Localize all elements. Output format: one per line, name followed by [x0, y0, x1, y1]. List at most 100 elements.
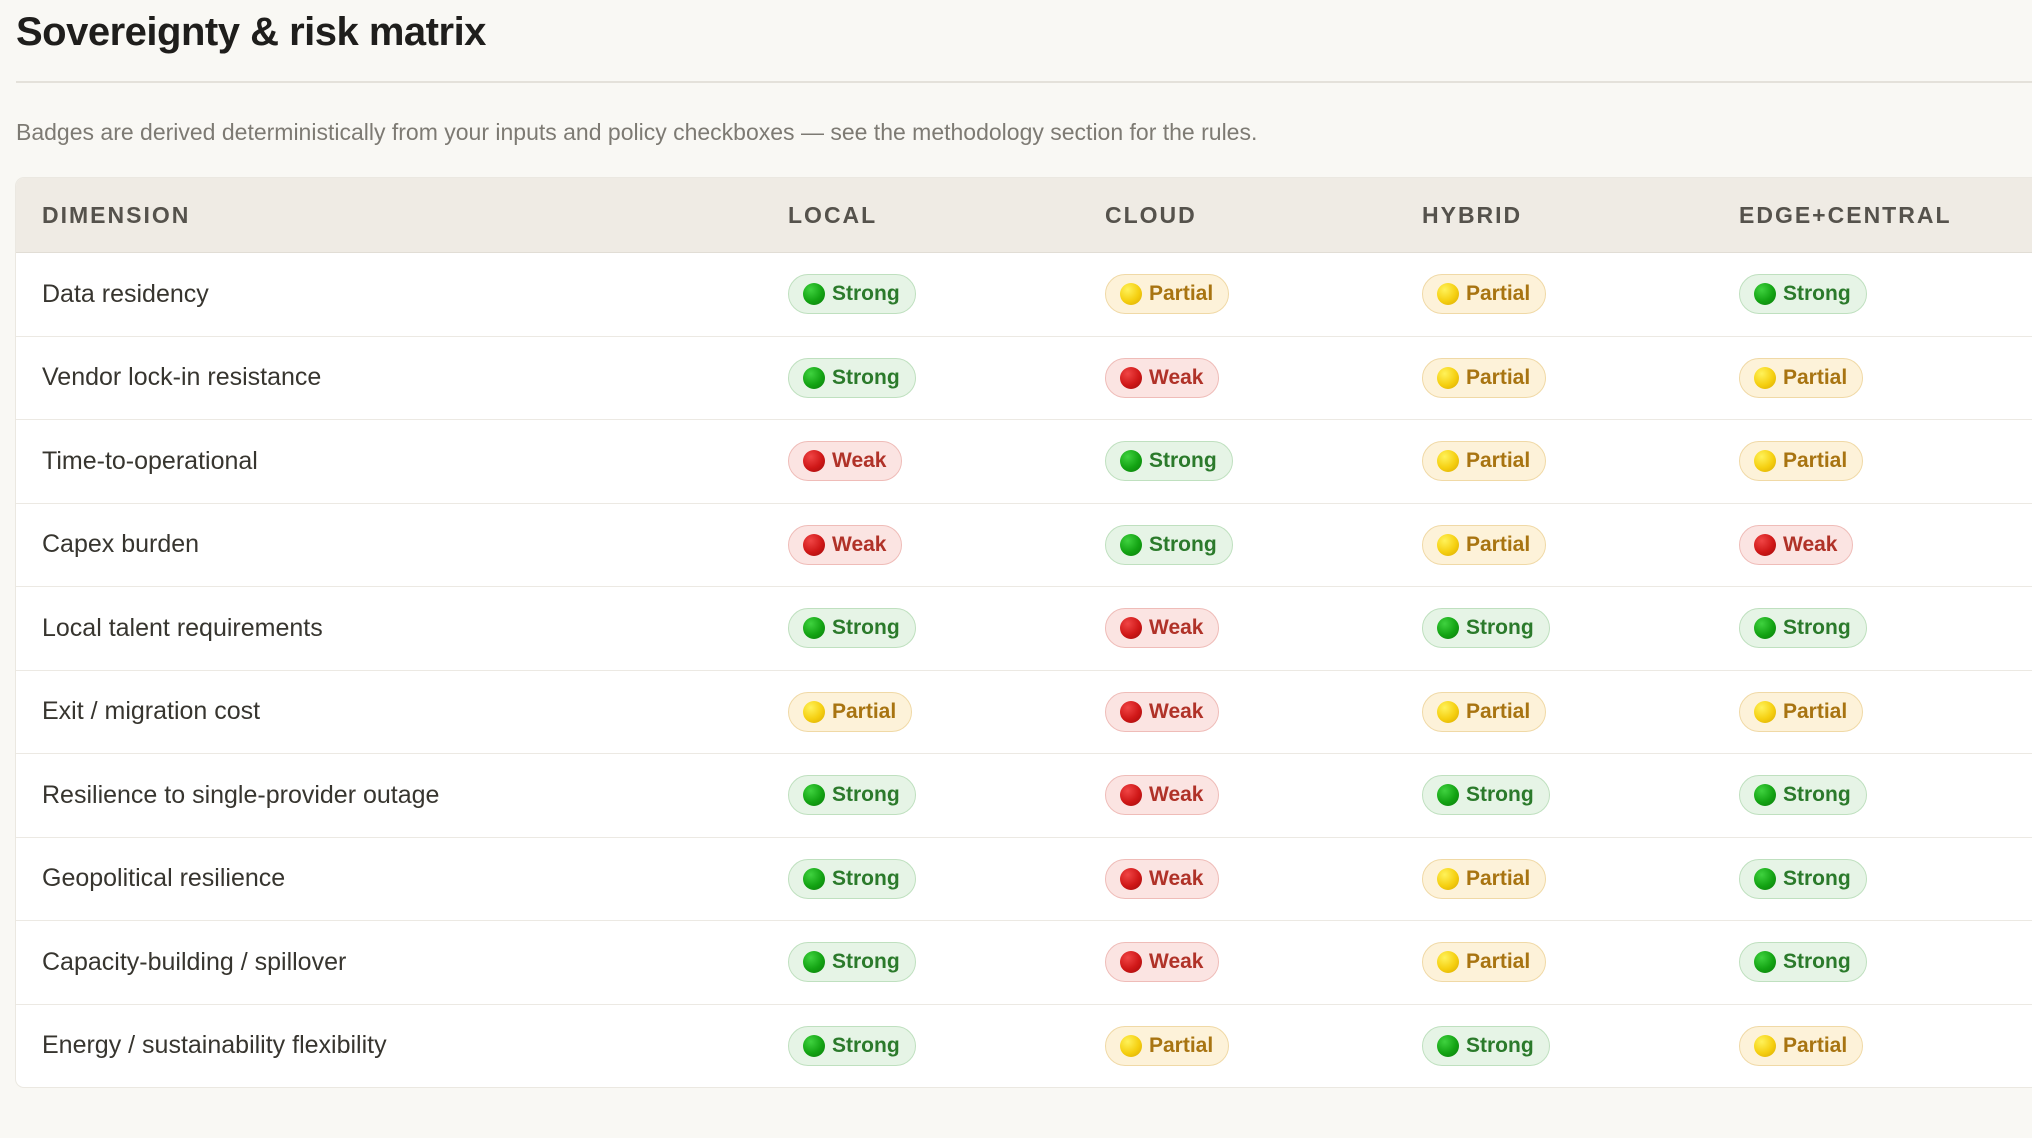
badge-label: Strong	[832, 866, 900, 890]
status-dot-icon	[803, 784, 825, 807]
badge-label: Strong	[1149, 449, 1217, 473]
status-dot-icon	[1437, 1034, 1459, 1057]
badge-hybrid: Partial	[1422, 357, 1547, 398]
badge-edge-central: Strong	[1739, 942, 1867, 983]
status-dot-icon	[803, 450, 825, 473]
badge-label: Weak	[832, 449, 887, 473]
badge-label: Strong	[1783, 783, 1851, 807]
status-dot-icon	[803, 700, 825, 723]
badge-edge-central: Weak	[1739, 524, 1854, 565]
badge-label: Strong	[1783, 282, 1851, 306]
badge-hybrid: Strong	[1422, 1025, 1550, 1066]
status-dot-icon	[1754, 951, 1776, 974]
column-header-local: LOCAL	[788, 201, 878, 228]
table-row: Time-to-operational Weak Strong Partial …	[16, 420, 2032, 504]
status-dot-icon	[803, 283, 825, 306]
badge-cloud: Strong	[1105, 441, 1233, 482]
badge-label: Partial	[1783, 699, 1848, 723]
badge-edge-central: Strong	[1739, 608, 1867, 649]
badge-label: Strong	[1783, 950, 1851, 974]
badge-hybrid: Strong	[1422, 775, 1550, 816]
table-header-row: DIMENSION LOCAL CLOUD HYBRID EDGE+CENTRA…	[16, 178, 2032, 253]
badge-label: Strong	[832, 365, 900, 389]
badge-label: Strong	[1466, 1033, 1534, 1057]
table-body: Data residency Strong Partial Partial St…	[16, 253, 2032, 1087]
page-title: Sovereignty & risk matrix	[16, 10, 486, 54]
badge-local: Strong	[788, 942, 916, 983]
badge-label: Strong	[832, 783, 900, 807]
badge-cloud: Weak	[1105, 691, 1220, 732]
status-dot-icon	[1120, 533, 1142, 556]
status-dot-icon	[1754, 784, 1776, 807]
badge-local: Strong	[788, 608, 916, 649]
badge-local: Partial	[788, 691, 913, 732]
badge-local: Strong	[788, 1025, 916, 1066]
dimension-label: Time-to-operational	[42, 446, 258, 475]
badge-hybrid: Partial	[1422, 441, 1547, 482]
badge-label: Partial	[1783, 449, 1848, 473]
table-row: Geopolitical resilience Strong Weak Part…	[16, 838, 2032, 921]
badge-cloud: Weak	[1105, 942, 1220, 983]
badge-label: Partial	[1466, 365, 1531, 389]
badge-hybrid: Partial	[1422, 274, 1547, 315]
risk-matrix-table: DIMENSION LOCAL CLOUD HYBRID EDGE+CENTRA…	[16, 178, 2032, 1087]
dimension-label: Resilience to single-provider outage	[42, 780, 440, 809]
dimension-label: Capex burden	[42, 530, 200, 559]
status-dot-icon	[1120, 784, 1142, 807]
badge-label: Weak	[1149, 699, 1204, 723]
badge-label: Partial	[1783, 1033, 1848, 1057]
column-header-hybrid: HYBRID	[1422, 201, 1523, 228]
status-dot-icon	[1754, 700, 1776, 723]
badge-cloud: Partial	[1105, 1025, 1230, 1066]
badge-label: Partial	[1466, 866, 1531, 890]
status-dot-icon	[1437, 283, 1459, 306]
badge-edge-central: Strong	[1739, 858, 1867, 899]
badge-label: Strong	[1783, 866, 1851, 890]
badge-label: Strong	[1149, 532, 1217, 556]
status-dot-icon	[1120, 867, 1142, 890]
badge-label: Strong	[832, 282, 900, 306]
badge-label: Partial	[1466, 282, 1531, 306]
badge-label: Partial	[1149, 1033, 1214, 1057]
table-row: Capex burden Weak Strong Partial Weak	[16, 504, 2032, 587]
badge-label: Weak	[1149, 950, 1204, 974]
column-header-dimension: DIMENSION	[42, 201, 191, 228]
badge-hybrid: Partial	[1422, 691, 1547, 732]
badge-label: Strong	[1783, 616, 1851, 640]
badge-local: Weak	[788, 441, 903, 482]
dimension-label: Energy / sustainability flexibility	[42, 1031, 387, 1060]
dimension-label: Capacity-building / spillover	[42, 947, 347, 976]
badge-label: Partial	[1466, 950, 1531, 974]
status-dot-icon	[1120, 450, 1142, 473]
badge-hybrid: Strong	[1422, 608, 1550, 649]
badge-local: Strong	[788, 858, 916, 899]
badge-label: Strong	[832, 616, 900, 640]
badge-cloud: Weak	[1105, 608, 1220, 649]
status-dot-icon	[1437, 867, 1459, 890]
dimension-label: Exit / migration cost	[42, 697, 261, 726]
badge-label: Strong	[832, 1033, 900, 1057]
badge-edge-central: Strong	[1739, 274, 1867, 315]
badge-cloud: Weak	[1105, 775, 1220, 816]
badge-hybrid: Partial	[1422, 942, 1547, 983]
column-header-cloud: CLOUD	[1105, 201, 1197, 228]
status-dot-icon	[1754, 1034, 1776, 1057]
badge-edge-central: Strong	[1739, 775, 1867, 816]
status-dot-icon	[1120, 700, 1142, 723]
badge-local: Strong	[788, 274, 916, 315]
dimension-label: Local talent requirements	[42, 613, 323, 642]
status-dot-icon	[803, 1034, 825, 1057]
status-dot-icon	[1120, 1034, 1142, 1057]
badge-label: Weak	[1149, 866, 1204, 890]
badge-label: Partial	[1466, 699, 1531, 723]
badge-cloud: Weak	[1105, 357, 1220, 398]
badge-label: Partial	[832, 699, 897, 723]
page: Sovereignty & risk matrix Badges are der…	[0, 0, 2032, 1138]
badge-label: Partial	[1466, 449, 1531, 473]
dimension-label: Vendor lock-in resistance	[42, 363, 322, 392]
badge-cloud: Weak	[1105, 858, 1220, 899]
table-row: Resilience to single-provider outage Str…	[16, 754, 2032, 838]
badge-label: Weak	[1149, 365, 1204, 389]
badge-local: Weak	[788, 524, 903, 565]
title-divider	[16, 81, 2032, 83]
